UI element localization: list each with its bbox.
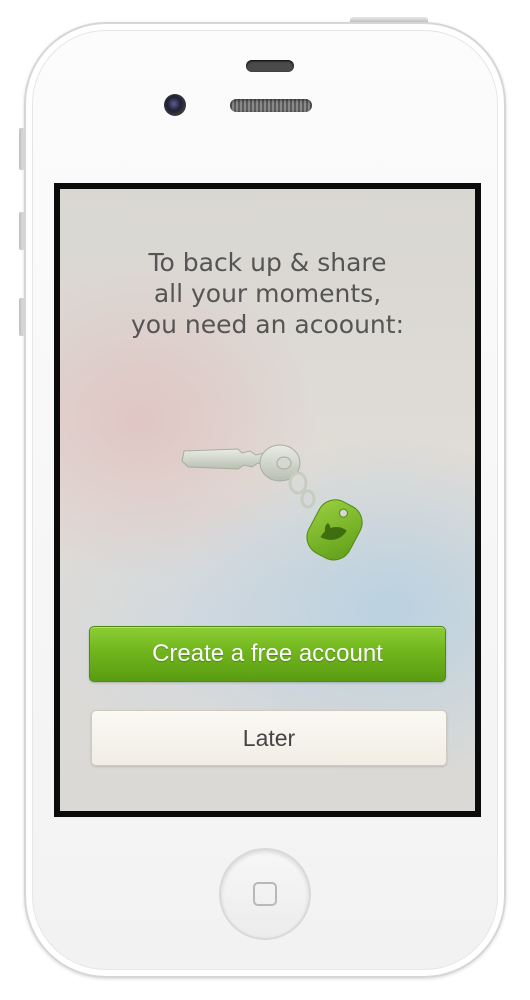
create-free-account-button[interactable]: Create a free account [89, 626, 446, 682]
key-with-leaf-tag-icon [181, 444, 363, 561]
app-screen: To back up & share all your moments, you… [60, 189, 475, 811]
speaker-grille [230, 99, 312, 112]
headline-line: all your moments, [153, 279, 382, 308]
backup-prompt-headline: To back up & share all your moments, you… [60, 247, 475, 340]
headline-line: To back up & share [148, 248, 387, 277]
earpiece-speaker [246, 60, 294, 72]
later-button[interactable]: Later [91, 710, 447, 766]
home-button[interactable] [219, 848, 311, 940]
home-button-icon [253, 882, 277, 906]
front-camera-icon [164, 94, 186, 116]
headline-line: you need an acoount: [131, 310, 404, 339]
